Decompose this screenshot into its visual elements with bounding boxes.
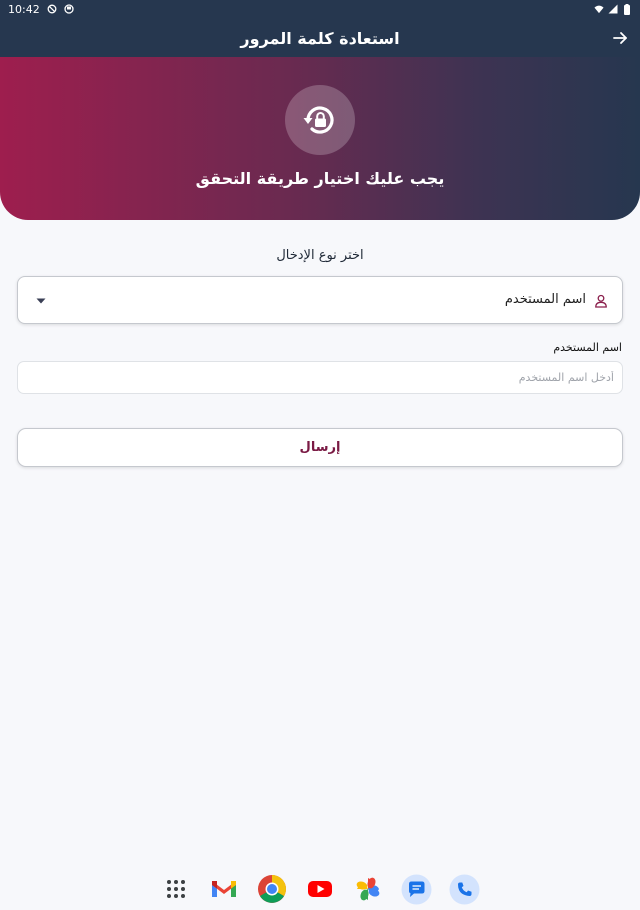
wifi-icon (594, 4, 604, 14)
block-icon (47, 4, 57, 14)
youtube-icon[interactable] (305, 874, 336, 905)
arrow-right-icon (613, 32, 627, 44)
gmail-icon[interactable] (209, 874, 240, 905)
signal-icon (608, 4, 618, 14)
username-label: اسم المستخدم (553, 341, 622, 354)
app-dock (0, 871, 640, 907)
photos-icon[interactable] (353, 874, 384, 905)
username-input[interactable] (17, 361, 623, 394)
app-status-icon (64, 4, 74, 14)
status-time: 10:42 (8, 2, 40, 16)
back-button[interactable] (610, 28, 630, 48)
input-type-label: اختر نوع الإدخال (276, 248, 364, 263)
status-bar: 10:42 (0, 0, 640, 18)
hero-banner: يجب عليك اختيار طريقة التحقق (0, 57, 640, 220)
app-drawer-icon[interactable] (161, 874, 192, 905)
phone-icon[interactable] (449, 874, 480, 905)
submit-button[interactable]: إرسال (17, 428, 623, 467)
lock-reset-icon (303, 106, 334, 134)
battery-icon (622, 3, 632, 15)
chevron-down-icon (36, 298, 46, 304)
user-icon (595, 294, 607, 308)
app-bar: استعادة كلمة المرور (0, 18, 640, 58)
hero-icon-circle (285, 85, 355, 155)
chrome-icon[interactable] (257, 874, 288, 905)
page-title: استعادة كلمة المرور (240, 28, 400, 48)
input-type-select[interactable]: اسم المستخدم (17, 276, 623, 324)
status-left: 10:42 (8, 3, 74, 16)
input-type-selected-value: اسم المستخدم (504, 292, 586, 307)
messages-icon[interactable] (401, 874, 432, 905)
hero-message: يجب عليك اختيار طريقة التحقق (195, 169, 445, 188)
screen: 10:42 استعادة كلمة المرور يجب عليك اختيا… (0, 0, 640, 910)
status-right (594, 3, 632, 15)
